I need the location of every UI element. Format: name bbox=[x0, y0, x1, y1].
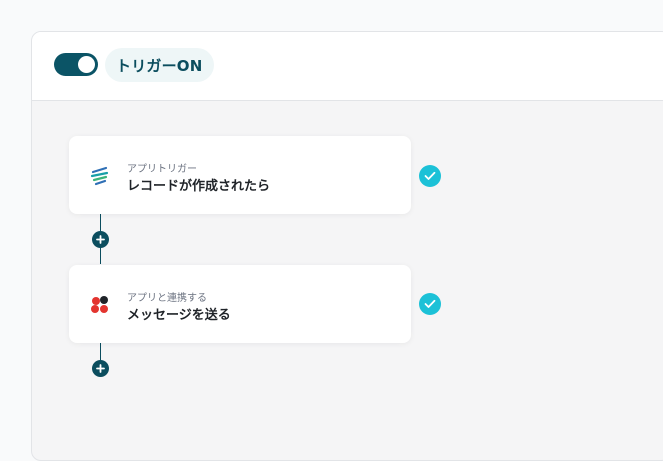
trigger-status-label: トリガーON bbox=[105, 48, 214, 82]
panel-header: トリガーON bbox=[32, 32, 663, 101]
add-step-plus-icon[interactable] bbox=[92, 231, 109, 248]
add-step-plus-icon[interactable] bbox=[92, 360, 109, 377]
step-subtitle: アプリと連携する bbox=[127, 293, 207, 304]
step-title: レコードが作成されたら bbox=[127, 179, 271, 194]
toggle-knob bbox=[78, 56, 95, 73]
trigger-toggle[interactable] bbox=[54, 53, 98, 76]
step-title: メッセージを送る bbox=[127, 308, 231, 323]
step-subtitle: アプリトリガー bbox=[127, 164, 197, 175]
kintone-app-icon bbox=[90, 166, 109, 186]
flow-step-send-message[interactable]: アプリと連携する メッセージを送る bbox=[69, 265, 411, 343]
step-complete-check-icon bbox=[419, 165, 441, 187]
flow-step-app-trigger[interactable]: アプリトリガー レコードが作成されたら bbox=[69, 136, 411, 214]
step-complete-check-icon bbox=[419, 293, 441, 315]
flow-panel: トリガーON アプリトリガー レコードが作成されたら アプリと連携する メッセー… bbox=[31, 31, 663, 461]
chatwork-app-icon bbox=[91, 296, 108, 313]
